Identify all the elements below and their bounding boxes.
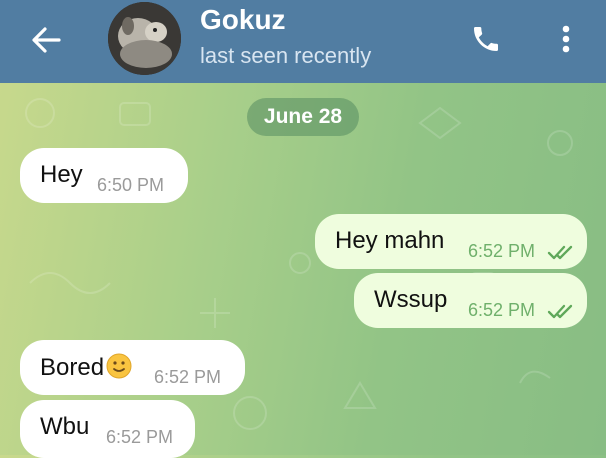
- message-bubble-outgoing[interactable]: Hey mahn 6:52 PM: [315, 214, 587, 269]
- message-time: 6:52 PM: [468, 300, 536, 320]
- contact-avatar[interactable]: [108, 2, 181, 75]
- message-bubble-incoming[interactable]: Hey 6:50 PM: [20, 148, 188, 203]
- message-text: Hey mahn: [335, 227, 445, 254]
- double-check-icon: [547, 304, 573, 319]
- message-bubble-incoming[interactable]: Bored 6:52 PM: [20, 340, 245, 395]
- date-separator: June 28: [247, 98, 359, 136]
- message-time: 6:52 PM: [154, 367, 222, 387]
- more-vertical-icon: [562, 25, 570, 53]
- message-time: 6:52 PM: [106, 427, 174, 447]
- message-text: Bored: [40, 354, 105, 381]
- message-text: Hey: [40, 161, 83, 188]
- call-button[interactable]: [466, 19, 506, 59]
- phone-icon: [474, 27, 498, 51]
- message-text-wrapper: Bored: [40, 353, 132, 382]
- message-bubble-outgoing[interactable]: Wssup 6:52 PM: [354, 273, 587, 328]
- message-bubble-incoming[interactable]: Wbu 6:52 PM: [20, 400, 195, 458]
- back-arrow-icon: [32, 27, 61, 53]
- back-button[interactable]: [26, 20, 66, 60]
- avatar-photo: [108, 2, 181, 75]
- message-time: 6:52 PM: [468, 241, 536, 261]
- message-text: Wssup: [374, 286, 448, 313]
- more-options-button[interactable]: [552, 19, 580, 59]
- message-time: 6:50 PM: [97, 175, 165, 195]
- contact-name[interactable]: Gokuz: [200, 4, 286, 36]
- message-text: Wbu: [40, 413, 90, 440]
- last-seen-status: last seen recently: [200, 43, 372, 68]
- smiley-emoji-icon: [106, 353, 132, 379]
- double-check-icon: [547, 245, 573, 260]
- chat-header: Gokuz last seen recently: [0, 0, 606, 83]
